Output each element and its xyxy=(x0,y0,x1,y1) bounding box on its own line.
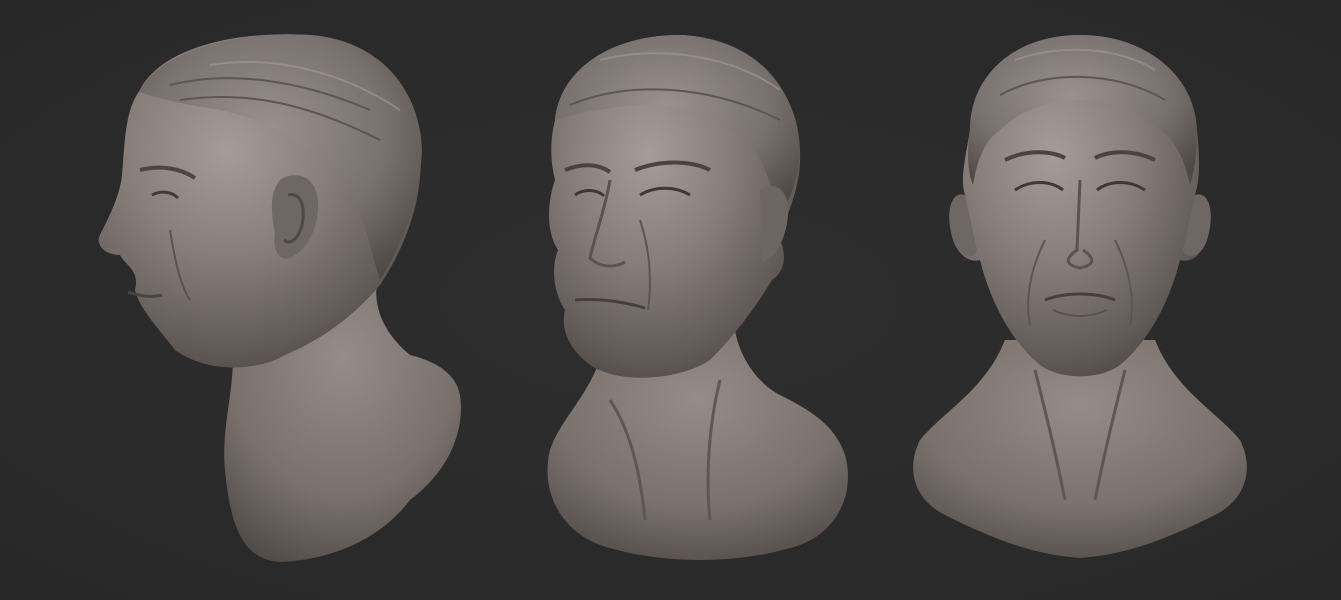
profile-left-view xyxy=(80,0,480,600)
three-quarter-ear xyxy=(760,186,789,262)
sculpt-render-canvas xyxy=(0,0,1341,600)
three-quarter-view xyxy=(540,0,860,600)
front-view xyxy=(905,0,1255,600)
